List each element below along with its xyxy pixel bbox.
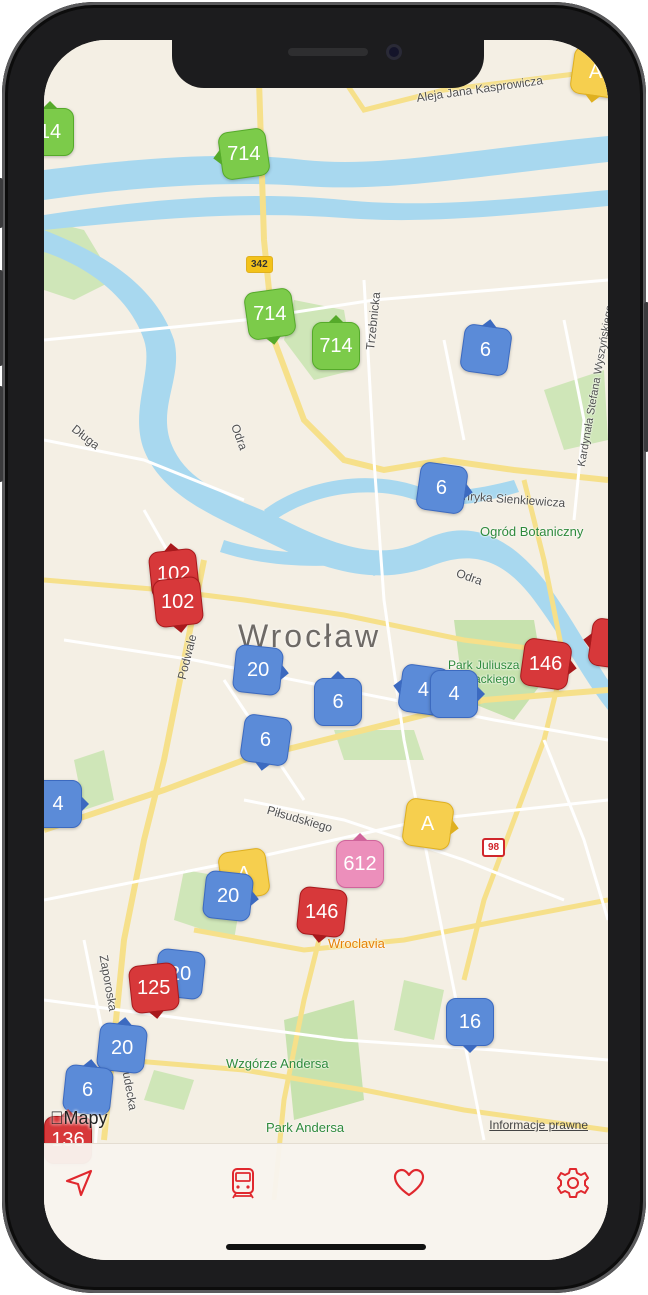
heading-arrow xyxy=(392,677,403,695)
vehicle-line-label: A xyxy=(589,60,603,83)
location-arrow-icon xyxy=(65,1169,93,1197)
vehicle-line-label: 16 xyxy=(458,1010,482,1033)
poi-ogrod-botaniczny[interactable]: Ogród Botaniczny xyxy=(480,524,583,539)
vehicle-marker[interactable]: 714 xyxy=(242,286,298,346)
heart-icon xyxy=(393,1168,425,1197)
heading-arrow xyxy=(148,1010,166,1020)
poi-wzgorze-andersa[interactable]: Wzgórze Andersa xyxy=(226,1056,329,1071)
vehicle-marker[interactable]: A xyxy=(400,796,460,852)
heading-arrow xyxy=(81,796,89,812)
vehicle-marker[interactable]: 4 xyxy=(430,670,485,718)
heading-arrow xyxy=(280,664,290,682)
tab-favorites[interactable] xyxy=(384,1158,434,1208)
poi-wroclavia[interactable]: Wroclavia xyxy=(328,936,385,951)
vehicle-line-label: 6 xyxy=(82,1078,94,1101)
tab-settings[interactable] xyxy=(548,1158,598,1208)
vehicle-marker[interactable]: 612 xyxy=(336,833,384,888)
gear-icon xyxy=(557,1168,589,1198)
vehicle-line-label: 612 xyxy=(343,852,377,875)
vehicle-line-label: 125 xyxy=(137,976,171,999)
heading-arrow xyxy=(481,318,499,329)
vehicle-marker[interactable]: 20 xyxy=(231,643,290,697)
vehicle-line-label: 4 xyxy=(52,792,64,815)
legal-info-link[interactable]: Informacje prawne xyxy=(489,1118,588,1132)
vehicle-line-label: 6 xyxy=(332,690,344,713)
tram-icon xyxy=(232,1168,254,1199)
vehicle-line-label: 102 xyxy=(161,590,195,613)
vehicle-marker[interactable]: 714 xyxy=(312,315,360,370)
vehicle-line-label: 714 xyxy=(319,334,353,357)
vehicle-marker[interactable]: 125 xyxy=(127,961,181,1020)
notch xyxy=(172,40,484,88)
vehicle-line-label: 20 xyxy=(216,884,240,907)
camera xyxy=(386,44,402,60)
tab-bar xyxy=(44,1143,608,1260)
heading-arrow xyxy=(250,890,260,908)
road-number-badge: 342 xyxy=(246,256,273,273)
heading-arrow xyxy=(352,833,368,841)
power-button xyxy=(644,302,648,452)
heading-arrow xyxy=(328,315,344,323)
vehicle-marker[interactable]: 14 xyxy=(44,101,74,156)
heading-arrow xyxy=(162,542,180,552)
heading-arrow xyxy=(212,149,223,167)
heading-arrow xyxy=(462,1045,478,1053)
screen: Aleja Jana Kasprowicza Henryka Sienkiewi… xyxy=(44,40,608,1260)
vehicle-marker[interactable]: 146 xyxy=(295,885,349,944)
heading-arrow xyxy=(44,101,58,109)
phone-frame: Aleja Jana Kasprowicza Henryka Sienkiewi… xyxy=(0,2,648,1293)
volume-up-button xyxy=(0,270,3,366)
vehicle-marker[interactable]: 6 xyxy=(458,318,514,378)
mute-switch xyxy=(0,178,3,228)
vehicle-line-label: 14 xyxy=(44,120,62,143)
vehicle-line-label: 20 xyxy=(246,658,270,681)
vehicle-line-label: 4 xyxy=(448,682,460,705)
heading-arrow xyxy=(172,624,190,634)
vehicle-line-label: 6 xyxy=(260,728,272,751)
heading-arrow xyxy=(82,1058,100,1068)
vehicle-marker[interactable]: 146 xyxy=(518,636,578,692)
vehicle-line-label: 20 xyxy=(110,1036,134,1059)
vehicle-marker[interactable]: 4 xyxy=(44,780,89,828)
heading-arrow xyxy=(310,934,328,944)
heading-arrow xyxy=(582,631,593,649)
vehicle-line-label: 6 xyxy=(436,476,448,499)
vehicle-line-label: 146 xyxy=(305,900,339,923)
heading-arrow xyxy=(330,671,346,679)
vehicle-marker[interactable]: 6 xyxy=(314,671,362,726)
home-indicator xyxy=(226,1244,426,1250)
vehicle-marker[interactable]: 102 xyxy=(151,575,205,634)
vehicle-line-label: 714 xyxy=(253,302,287,325)
vehicle-marker[interactable]: 20 xyxy=(201,869,260,923)
tab-vehicles[interactable] xyxy=(218,1158,268,1208)
vehicle-marker[interactable]: 6 xyxy=(238,712,294,772)
maps-attribution-text: Mapy xyxy=(50,1108,108,1128)
vehicle-line-label: 6 xyxy=(480,338,492,361)
maps-attribution: Mapy xyxy=(50,1108,108,1129)
vehicle-marker[interactable]: 6 xyxy=(414,460,474,516)
vehicle-marker[interactable]: 714 xyxy=(212,126,272,182)
tab-location[interactable] xyxy=(54,1158,104,1208)
heading-arrow xyxy=(116,1016,134,1026)
heading-arrow xyxy=(477,686,485,702)
vehicle-marker[interactable]: A xyxy=(568,44,608,104)
vehicle-line-label: 4 xyxy=(418,678,430,701)
vehicle-line-label: 714 xyxy=(227,142,261,165)
road-number-badge: 98 xyxy=(482,838,506,857)
volume-down-button xyxy=(0,386,3,482)
vehicle-marker[interactable]: 20 xyxy=(95,1016,149,1075)
vehicle-line-label: A xyxy=(421,812,435,835)
speaker xyxy=(288,48,368,56)
poi-park-andersa[interactable]: Park Andersa xyxy=(266,1120,344,1135)
vehicle-line-label: 146 xyxy=(529,652,563,675)
vehicle-marker[interactable]: 16 xyxy=(446,998,494,1053)
